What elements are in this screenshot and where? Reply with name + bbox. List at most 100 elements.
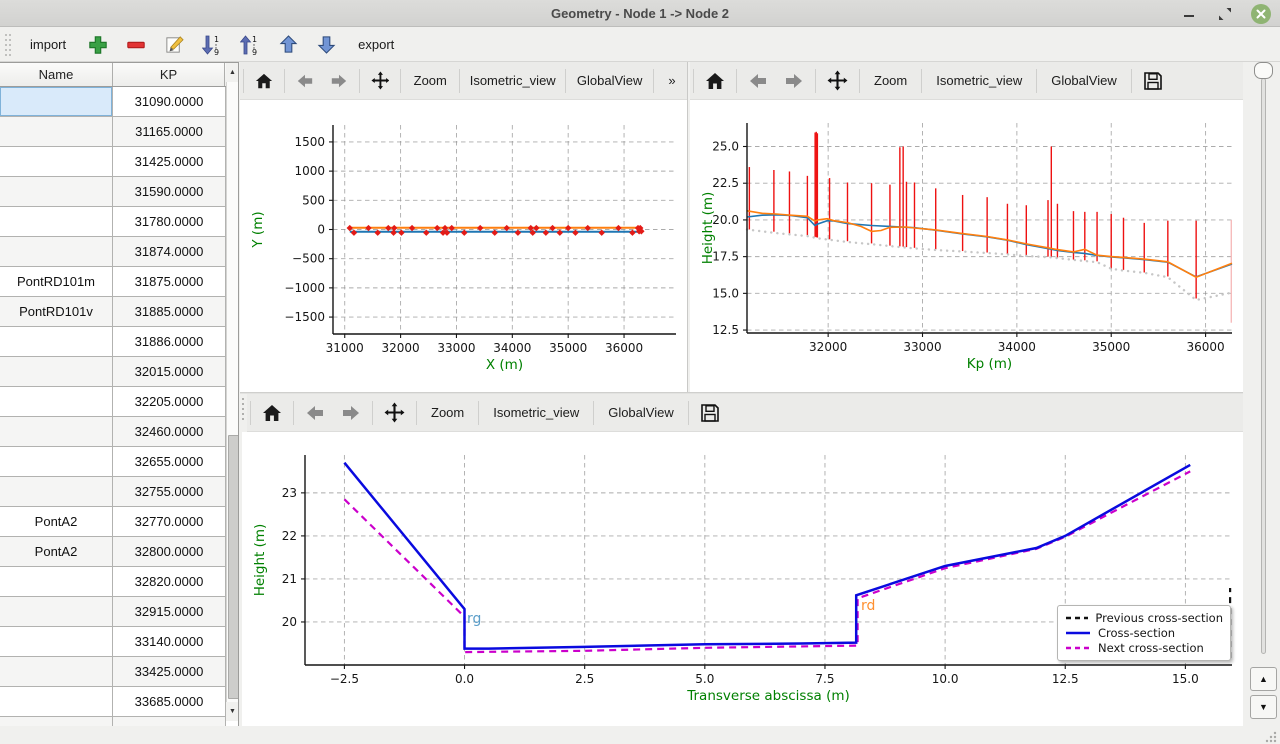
kp-cell[interactable] — [113, 717, 226, 726]
profile-chart[interactable]: 320003300034000350003600012.515.017.520.… — [690, 100, 1243, 392]
name-cell[interactable] — [0, 327, 113, 357]
table-row[interactable]: 32655.0000 — [0, 447, 226, 477]
pan-button[interactable] — [363, 66, 398, 96]
back-button[interactable] — [288, 66, 322, 96]
name-cell[interactable]: PontA2 — [0, 537, 113, 567]
name-cell[interactable]: PontA2 — [0, 507, 113, 537]
zoom-button[interactable]: Zoom — [420, 398, 475, 428]
table-row[interactable]: PontA232800.0000 — [0, 537, 226, 567]
scroll-down-button[interactable]: ▼ — [226, 702, 239, 721]
add-cross-section-button[interactable] — [84, 31, 112, 59]
kp-cell[interactable]: 32820.0000 — [113, 567, 226, 597]
kp-cell[interactable]: 32915.0000 — [113, 597, 226, 627]
zoom-button[interactable]: Zoom — [404, 66, 456, 96]
table-row[interactable]: 33685.0000 — [0, 687, 226, 717]
step-down-button[interactable]: ▼ — [1250, 695, 1277, 719]
step-up-button[interactable]: ▲ — [1250, 667, 1277, 691]
table-row[interactable]: 31590.0000 — [0, 177, 226, 207]
table-row[interactable]: 31780.0000 — [0, 207, 226, 237]
vertical-splitter[interactable] — [687, 62, 688, 392]
name-cell[interactable] — [0, 687, 113, 717]
name-cell[interactable] — [0, 387, 113, 417]
table-row[interactable]: 31090.0000 — [0, 87, 226, 117]
kp-cell[interactable]: 32770.0000 — [113, 507, 226, 537]
kp-cell[interactable]: 31590.0000 — [113, 177, 226, 207]
name-cell[interactable]: PontRD101m — [0, 267, 113, 297]
save-figure-button[interactable] — [692, 398, 728, 428]
home-button[interactable] — [247, 66, 281, 96]
cross-section-chart[interactable]: −2.50.02.55.07.510.012.515.020212223Tran… — [242, 432, 1243, 726]
export-button[interactable]: export — [350, 33, 402, 56]
splitter-handle[interactable] — [240, 398, 246, 420]
kp-cell[interactable]: 31425.0000 — [113, 147, 226, 177]
kp-cell[interactable]: 31874.0000 — [113, 237, 226, 267]
cross-section-canvas[interactable]: −2.50.02.55.07.510.012.515.020212223Tran… — [242, 432, 1243, 726]
name-cell[interactable] — [0, 597, 113, 627]
table-row[interactable]: 32755.0000 — [0, 477, 226, 507]
table-row[interactable]: 31425.0000 — [0, 147, 226, 177]
name-cell[interactable] — [0, 477, 113, 507]
name-cell[interactable] — [0, 447, 113, 477]
table-row[interactable]: 32915.0000 — [0, 597, 226, 627]
isometric-view-button[interactable]: Isometric_view — [463, 66, 562, 96]
scrollbar-track[interactable] — [226, 82, 239, 702]
slider-track[interactable] — [1261, 78, 1266, 654]
globalview-button[interactable]: GlobalView — [1040, 66, 1128, 96]
name-cell[interactable] — [0, 717, 113, 726]
table-row[interactable] — [0, 717, 226, 726]
move-down-button[interactable] — [312, 31, 340, 59]
table-row[interactable]: PontRD101m31875.0000 — [0, 267, 226, 297]
kp-cell[interactable]: 31886.0000 — [113, 327, 226, 357]
plan-view-canvas[interactable]: 310003200033000340003500036000−1500−1000… — [240, 100, 687, 392]
titlebar[interactable]: Geometry - Node 1 -> Node 2 — [0, 0, 1280, 27]
save-figure-button[interactable] — [1135, 66, 1171, 96]
table-row[interactable]: 31886.0000 — [0, 327, 226, 357]
move-up-button[interactable] — [274, 31, 302, 59]
table-row[interactable]: 33425.0000 — [0, 657, 226, 687]
pan-button[interactable] — [376, 398, 413, 428]
table-row[interactable]: 32015.0000 — [0, 357, 226, 387]
kp-cell[interactable]: 32800.0000 — [113, 537, 226, 567]
table-row[interactable]: 32820.0000 — [0, 567, 226, 597]
table-row[interactable]: 31165.0000 — [0, 117, 226, 147]
import-button[interactable]: import — [22, 33, 74, 56]
kp-cell[interactable]: 32015.0000 — [113, 357, 226, 387]
pan-button[interactable] — [819, 66, 856, 96]
kp-cell[interactable]: 31885.0000 — [113, 297, 226, 327]
name-cell[interactable] — [0, 417, 113, 447]
forward-button[interactable] — [776, 66, 812, 96]
resize-grip[interactable] — [1264, 730, 1278, 744]
globalview-button[interactable]: GlobalView — [597, 398, 685, 428]
name-cell[interactable] — [0, 567, 113, 597]
maximize-button[interactable] — [1214, 3, 1236, 25]
kp-cell[interactable]: 33685.0000 — [113, 687, 226, 717]
forward-button[interactable] — [333, 398, 369, 428]
kp-cell[interactable]: 33425.0000 — [113, 657, 226, 687]
name-cell[interactable] — [0, 147, 113, 177]
isometric-view-button[interactable]: Isometric_view — [482, 398, 590, 428]
name-cell[interactable] — [0, 627, 113, 657]
toolbar-overflow-button[interactable]: » — [657, 66, 687, 96]
name-cell[interactable] — [0, 657, 113, 687]
table-row[interactable]: PontRD101v31885.0000 — [0, 297, 226, 327]
kp-cell[interactable]: 33140.0000 — [113, 627, 226, 657]
kp-cell[interactable]: 32205.0000 — [113, 387, 226, 417]
table-scrollbar[interactable]: ▲ ▼ — [226, 63, 239, 721]
kp-cell[interactable]: 31780.0000 — [113, 207, 226, 237]
isometric-view-button[interactable]: Isometric_view — [925, 66, 1033, 96]
minimize-button[interactable] — [1178, 3, 1200, 25]
toolbar-drag-handle[interactable] — [4, 32, 12, 58]
zoom-button[interactable]: Zoom — [863, 66, 918, 96]
back-button[interactable] — [740, 66, 776, 96]
edit-button[interactable] — [160, 31, 188, 59]
kp-cell[interactable]: 31090.0000 — [113, 87, 226, 117]
table-row[interactable]: PontA232770.0000 — [0, 507, 226, 537]
slider-handle[interactable] — [1254, 62, 1273, 79]
column-header-kp[interactable]: KP — [113, 63, 225, 86]
scrollbar-thumb[interactable] — [228, 435, 239, 699]
table-row[interactable]: 32205.0000 — [0, 387, 226, 417]
kp-cell[interactable]: 31165.0000 — [113, 117, 226, 147]
globalview-button[interactable]: GlobalView — [569, 66, 650, 96]
name-cell[interactable] — [0, 177, 113, 207]
table-row[interactable]: 32460.0000 — [0, 417, 226, 447]
